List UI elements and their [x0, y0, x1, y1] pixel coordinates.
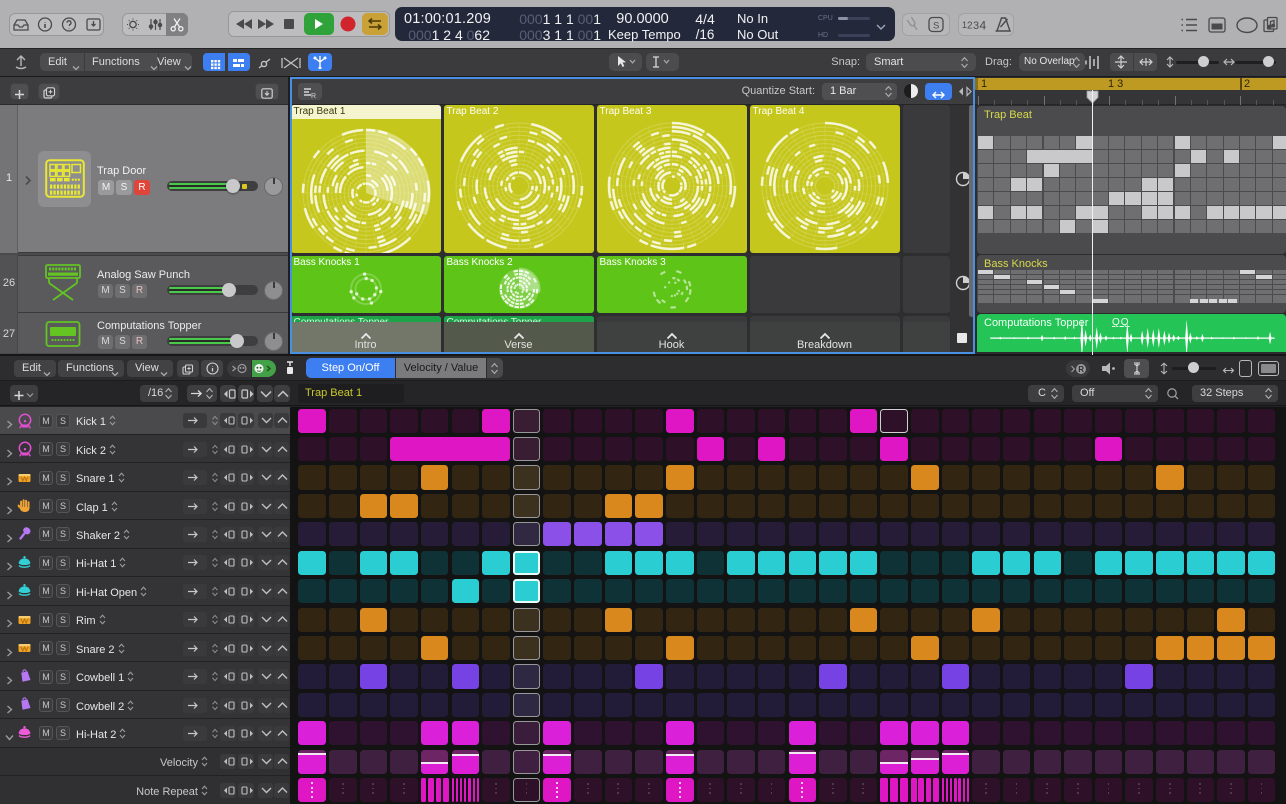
- svg-text:R: R: [311, 93, 316, 99]
- svg-text:R: R: [1078, 365, 1084, 374]
- svg-text:3: 3: [973, 20, 979, 32]
- svg-text:S: S: [933, 21, 939, 32]
- svg-text:4: 4: [980, 19, 987, 33]
